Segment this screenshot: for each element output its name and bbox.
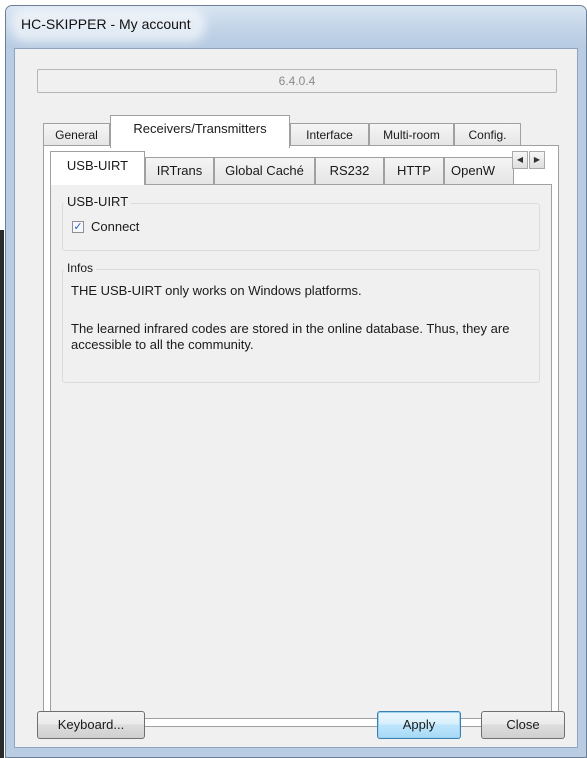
tab-receivers-transmitters[interactable]: Receivers/Transmitters [110,115,290,148]
account-window: HC-SKIPPER - My account 6.4.0.4 General … [5,5,587,758]
tab-scroll-right-button[interactable]: ▶ [529,151,545,169]
checkmark-icon: ✓ [73,221,83,233]
tab-config[interactable]: Config. [454,123,521,147]
usb-uirt-group-title: USB-UIRT [64,194,132,209]
connect-label[interactable]: Connect [91,219,139,234]
background-window-edge [0,230,4,758]
chevron-left-icon: ◀ [516,155,524,164]
infos-text-line1: THE USB-UIRT only works on Windows platf… [71,283,362,298]
tab-usb-uirt[interactable]: USB-UIRT [50,151,145,185]
window-title: HC-SKIPPER - My account [17,14,199,36]
tab-scroll-buttons: ◀ ▶ [512,151,546,169]
tab-irtrans[interactable]: IRTrans [145,157,214,185]
usb-uirt-panel: USB-UIRT ✓ Connect Infos THE USB-UIRT on… [50,184,552,719]
tab-openw[interactable]: OpenW [444,157,514,185]
window-client-area: 6.4.0.4 General Receivers/Transmitters I… [14,48,578,748]
tab-global-cache[interactable]: Global Caché [214,157,315,185]
outer-tab-strip: General Receivers/Transmitters Interface… [43,113,563,148]
connect-checkbox[interactable]: ✓ [72,221,84,233]
tab-interface[interactable]: Interface [290,123,369,147]
tab-http[interactable]: HTTP [384,157,444,185]
infos-group-title: Infos [64,261,97,275]
keyboard-button[interactable]: Keyboard... [37,711,145,739]
tab-scroll-left-button[interactable]: ◀ [512,151,528,169]
tab-rs232[interactable]: RS232 [315,157,384,185]
chevron-right-icon: ▶ [533,155,541,164]
close-button[interactable]: Close [481,711,565,739]
infos-text-line2: The learned infrared codes are stored in… [71,321,510,352]
tab-multi-room[interactable]: Multi-room [369,123,454,147]
title-bar[interactable]: HC-SKIPPER - My account [6,6,586,48]
apply-button[interactable]: Apply [377,711,461,739]
version-field: 6.4.0.4 [37,69,557,93]
tab-general[interactable]: General [43,123,110,147]
receivers-transmitters-panel: USB-UIRT IRTrans Global Caché RS232 HTTP… [43,145,559,727]
